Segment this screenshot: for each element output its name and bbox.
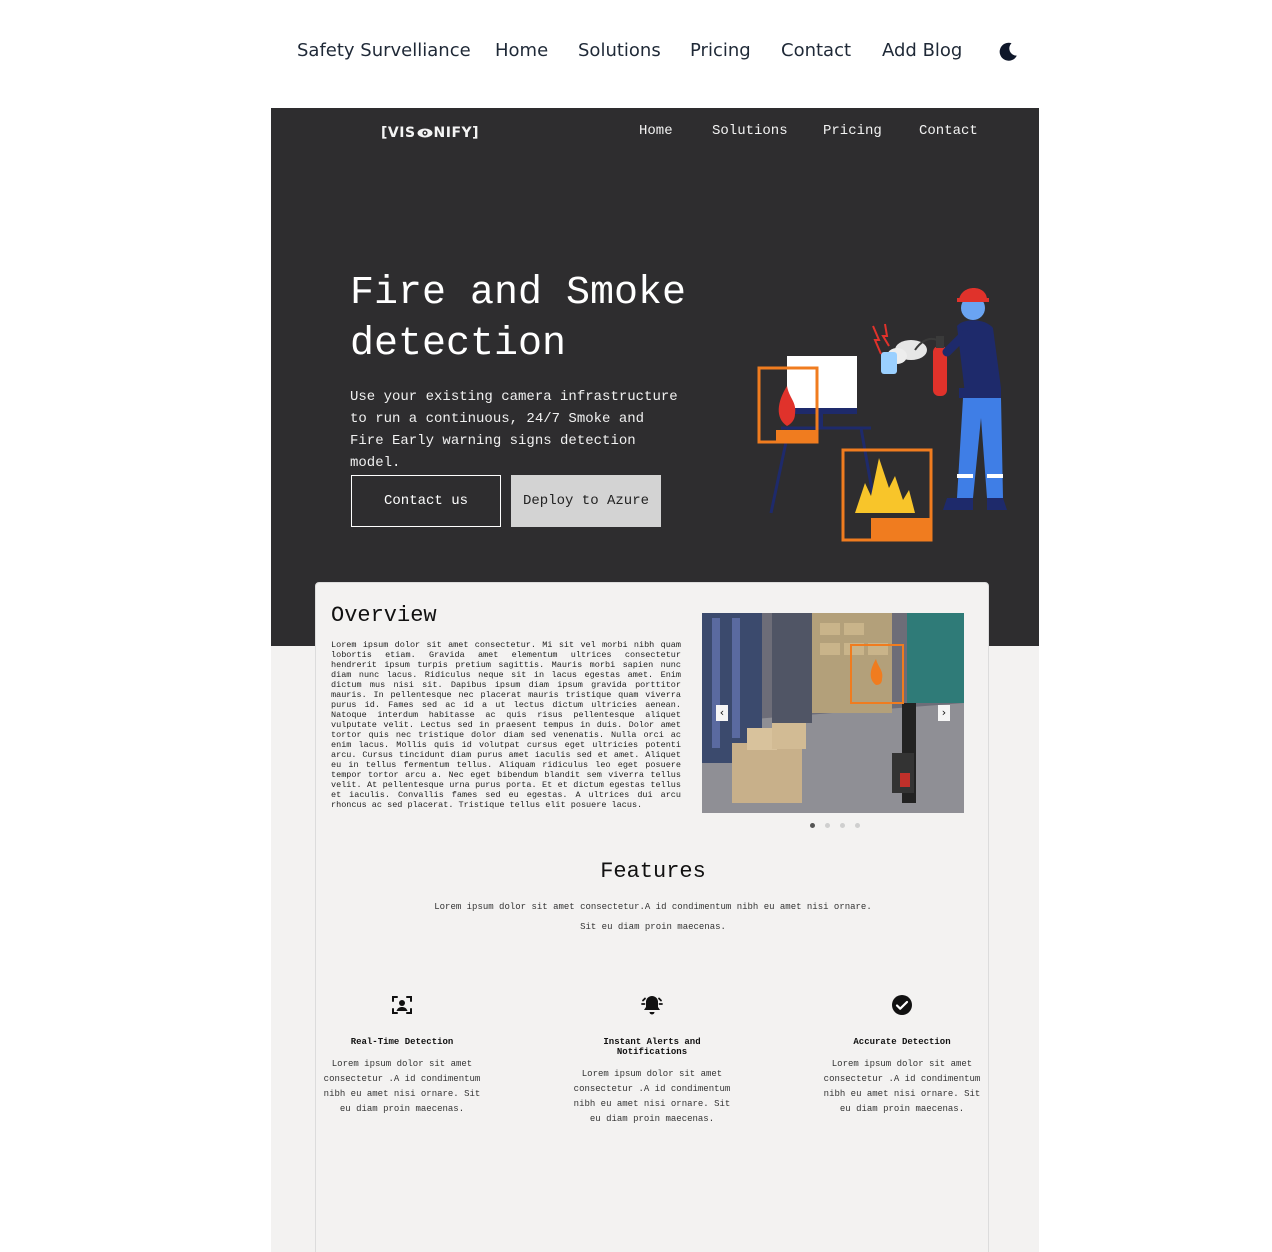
warehouse-camera-image (702, 613, 964, 813)
page-preview: [VIS NIFY] Home Solutions Pricing Contac… (271, 108, 1039, 1252)
visionify-logo[interactable]: [VIS NIFY] (381, 123, 479, 143)
feature-name: Real-Time Detection (350, 1037, 454, 1047)
logo-text-right: NIFY] (433, 125, 480, 141)
feature-description: Lorem ipsum dolor sit amet consectetur .… (573, 1069, 731, 1124)
feature-card-accurate-detection: Accurate Detection Lorem ipsum dolor sit… (816, 993, 988, 1117)
hero-description: Use your existing camera infrastructure … (350, 389, 678, 471)
inner-nav-solutions[interactable]: Solutions (712, 123, 788, 139)
deploy-to-azure-button[interactable]: Deploy to Azure (511, 475, 661, 527)
carousel-dot-4[interactable] (855, 823, 860, 828)
face-scan-icon (392, 996, 412, 1014)
logo-text-left: [VIS (381, 125, 416, 141)
feature-description: Lorem ipsum dolor sit amet consectetur .… (823, 1059, 981, 1114)
overview-title: Overview (331, 603, 437, 628)
overview-text: Lorem ipsum dolor sit amet consectetur. … (331, 640, 681, 810)
inner-nav-pricing[interactable]: Pricing (823, 123, 882, 139)
inner-nav-home[interactable]: Home (639, 123, 673, 139)
carousel-indicators (810, 823, 860, 828)
features-subtitle-line-2: Sit eu diam proin maecenas. (580, 922, 726, 932)
eye-logo-icon (417, 128, 433, 138)
brand-link[interactable]: Safety Survelliance (297, 40, 471, 61)
alarm-bell-icon (641, 996, 663, 1015)
inner-nav-contact[interactable]: Contact (919, 123, 978, 139)
carousel-dot-3[interactable] (840, 823, 845, 828)
content-card: Overview Lorem ipsum dolor sit amet cons… (315, 582, 989, 1252)
features-subtitle-line-1: Lorem ipsum dolor sit amet consectetur.A… (434, 902, 872, 912)
nav-solutions[interactable]: Solutions (578, 40, 661, 61)
feature-card-instant-alerts: Instant Alerts and Notifications Lorem i… (566, 993, 738, 1127)
moon-icon[interactable] (996, 40, 1020, 64)
features-subtitle: Lorem ipsum dolor sit amet consectetur.A… (316, 897, 990, 937)
carousel-next-button[interactable]: › (938, 705, 950, 721)
feature-card-real-time: Real-Time Detection Lorem ipsum dolor si… (316, 993, 488, 1117)
image-carousel[interactable]: ‹ › (702, 613, 964, 813)
feature-name: Instant Alerts and Notifications (603, 1037, 701, 1057)
features-title: Features (600, 859, 706, 884)
carousel-prev-button[interactable]: ‹ (716, 705, 728, 721)
carousel-dot-2[interactable] (825, 823, 830, 828)
carousel-dot-1[interactable] (810, 823, 815, 828)
nav-pricing[interactable]: Pricing (690, 40, 751, 61)
nav-add-blog[interactable]: Add Blog (882, 40, 962, 61)
feature-description: Lorem ipsum dolor sit amet consectetur .… (323, 1059, 481, 1114)
hero-title: Fire and Smoke detection (350, 271, 687, 367)
check-circle-icon (892, 995, 912, 1015)
feature-name: Accurate Detection (853, 1037, 951, 1047)
nav-contact[interactable]: Contact (781, 40, 851, 61)
nav-home[interactable]: Home (495, 40, 548, 61)
contact-us-button[interactable]: Contact us (351, 475, 501, 527)
site-top-nav: Safety Survelliance Home Solutions Prici… (0, 0, 1272, 104)
fire-detection-illustration (757, 288, 1007, 542)
